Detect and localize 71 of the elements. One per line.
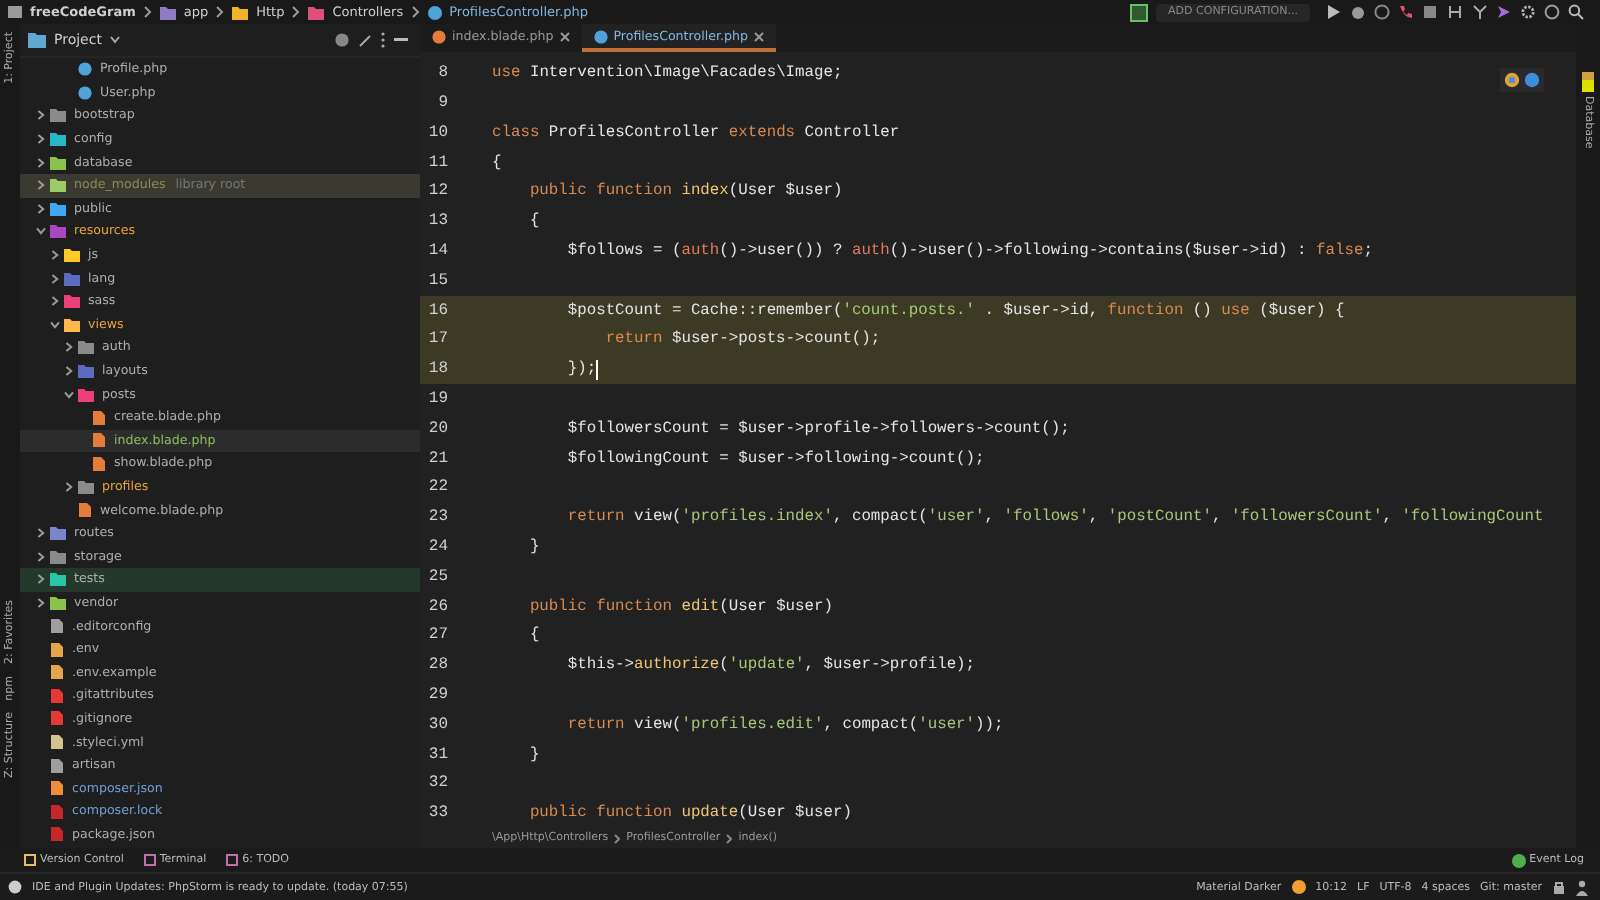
line-number: 8 xyxy=(436,64,448,83)
stop-icon[interactable] xyxy=(1422,4,1438,20)
close-icon[interactable] xyxy=(559,31,570,42)
close-icon[interactable] xyxy=(753,31,764,42)
line-number: 23 xyxy=(426,508,448,527)
chevron-right-icon[interactable] xyxy=(36,528,46,539)
chevron-right-icon xyxy=(411,6,420,18)
line-number: 30 xyxy=(426,715,448,734)
chevron-right-icon[interactable] xyxy=(36,551,46,562)
line-number: 16 xyxy=(426,301,448,320)
line-number: 27 xyxy=(426,626,448,645)
chevron-right-icon[interactable] xyxy=(36,134,46,145)
lock-icon[interactable] xyxy=(1552,880,1566,894)
chevron-down-icon[interactable] xyxy=(50,319,60,330)
caret-icon[interactable] xyxy=(109,36,120,44)
run-icon[interactable] xyxy=(1326,4,1342,20)
more-icon[interactable] xyxy=(380,32,386,48)
line-number: 15 xyxy=(426,271,448,290)
folder-icon xyxy=(159,5,176,19)
line-number: 25 xyxy=(426,567,448,586)
warning-marker xyxy=(1582,80,1594,93)
line-number: 22 xyxy=(426,478,448,497)
play-icon[interactable] xyxy=(1496,4,1512,20)
chevron-right-icon[interactable] xyxy=(36,574,46,585)
chevron-right-icon xyxy=(614,833,621,843)
chevron-right-icon[interactable] xyxy=(50,273,60,284)
line-number: 33 xyxy=(426,804,448,823)
chevron-right-icon xyxy=(292,6,301,18)
line-number: 19 xyxy=(426,389,448,408)
line-number: 20 xyxy=(426,419,448,438)
merge-icon[interactable] xyxy=(1472,4,1488,20)
settings-icon[interactable] xyxy=(1520,4,1536,20)
chevron-down-icon[interactable] xyxy=(64,389,74,400)
chevron-right-icon xyxy=(216,6,225,18)
chevron-right-icon[interactable] xyxy=(36,180,46,191)
chevron-right-icon[interactable] xyxy=(64,342,74,353)
chevron-right-icon[interactable] xyxy=(36,597,46,608)
search-icon[interactable] xyxy=(1568,4,1584,20)
line-number: 31 xyxy=(426,745,448,763)
chevron-right-icon xyxy=(726,833,733,843)
chevron-right-icon[interactable] xyxy=(64,366,74,377)
chevron-right-icon xyxy=(143,6,152,18)
chevron-right-icon[interactable] xyxy=(36,110,46,121)
line-number: 17 xyxy=(426,330,448,349)
line-number: 21 xyxy=(426,449,448,468)
person-icon[interactable] xyxy=(1576,879,1588,895)
minimize-icon[interactable] xyxy=(394,38,408,42)
line-number: 24 xyxy=(426,537,448,556)
chevron-right-icon[interactable] xyxy=(50,296,60,307)
line-number: 29 xyxy=(426,685,448,704)
build-icon[interactable] xyxy=(1130,3,1149,21)
php-file-icon xyxy=(427,5,442,19)
folder-icon xyxy=(232,5,249,19)
event-log-icon xyxy=(1511,853,1526,867)
chevron-right-icon[interactable] xyxy=(36,203,46,214)
line-number: 13 xyxy=(426,212,448,231)
folder-icon xyxy=(308,5,325,19)
line-number: 9 xyxy=(436,93,448,112)
line-number: 18 xyxy=(426,360,448,379)
chevron-down-icon[interactable] xyxy=(36,226,46,237)
phone-icon[interactable] xyxy=(1398,4,1414,20)
line-number: 12 xyxy=(426,182,448,201)
line-number: 11 xyxy=(426,153,448,172)
chevron-right-icon[interactable] xyxy=(50,250,60,261)
line-number: 14 xyxy=(426,241,448,260)
line-number: 32 xyxy=(426,774,448,793)
chevron-right-icon[interactable] xyxy=(36,157,46,168)
line-number: 26 xyxy=(426,597,448,616)
chevron-right-icon[interactable] xyxy=(64,481,74,492)
line-number: 10 xyxy=(426,123,448,142)
line-number: 28 xyxy=(426,656,448,675)
